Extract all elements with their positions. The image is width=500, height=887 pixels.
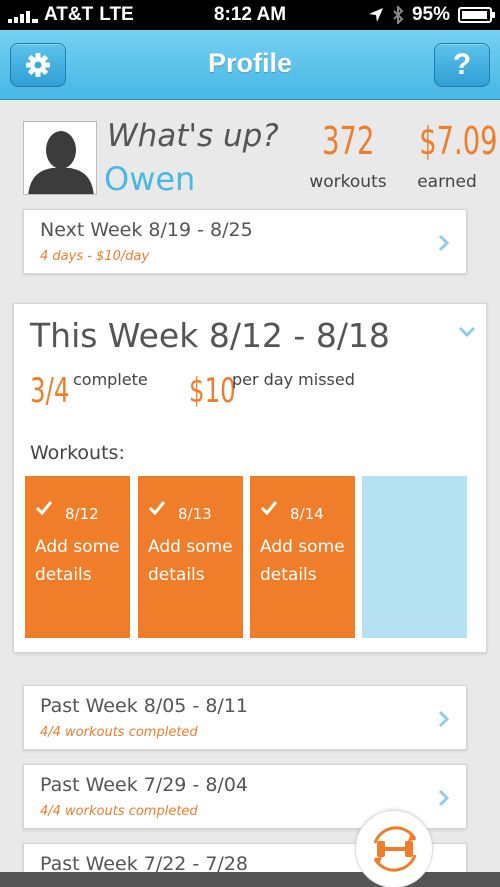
workout-date: 8/13 [178,505,212,523]
greeting-text: What's up? [107,118,279,154]
bluetooth-icon [393,6,404,24]
workout-tile-2[interactable]: 8/13 Add some details [138,476,243,638]
workouts-count: 372 [321,119,375,163]
help-button-label: ? [452,48,472,81]
battery-percent: 95% [411,4,450,25]
chevron-right-icon [438,710,450,728]
this-week-card: This Week 8/12 - 8/18 3/4 complete $10 p… [13,303,487,653]
status-right: 95% [368,4,495,26]
workouts-stat: 372 workouts [306,122,390,192]
penalty-value: $10 [189,371,236,411]
checkmark-icon [148,501,166,516]
chevron-right-icon [438,234,450,252]
next-week-title: Next Week 8/19 - 8/25 [40,219,253,241]
past-week-subtitle: 4/4 workouts completed [40,725,198,740]
earned-label: earned [417,172,477,192]
location-icon [368,8,383,22]
workout-tile-1[interactable]: 8/12 Add some details [25,476,130,638]
workout-date: 8/12 [65,505,99,523]
workout-details: Add some details [148,537,233,585]
log-workout-button[interactable] [355,810,433,887]
this-week-title: This Week 8/12 - 8/18 [30,316,390,355]
past-week-title: Past Week 7/29 - 8/04 [40,774,248,796]
earned-amount: $7.09 [419,119,498,163]
avatar-silhouette-icon [24,122,96,194]
workout-tile-empty[interactable] [362,476,467,638]
workout-details: Add some details [35,537,120,585]
help-button[interactable]: ? [434,43,490,87]
bottom-bar [0,872,500,887]
past-week-card-1[interactable]: Past Week 8/05 - 8/11 4/4 workouts compl… [23,685,467,750]
chevron-down-icon[interactable] [458,326,476,338]
next-week-subtitle: 4 days - $10/day [40,249,150,264]
progress-label: complete [73,370,148,389]
workout-details: Add some details [260,537,345,585]
battery-icon [458,7,495,23]
penalty-label: per day missed [232,370,355,389]
workouts-heading: Workouts: [30,442,125,464]
earned-stat: $7.09 earned [404,122,497,192]
avatar[interactable] [23,121,97,195]
dumbbell-refresh-icon [373,826,417,872]
checkmark-icon [35,501,53,516]
past-week-subtitle: 4/4 workouts completed [40,804,198,819]
workout-date: 8/14 [290,505,324,523]
workouts-label: workouts [309,172,387,192]
progress-value: 3/4 [30,371,70,411]
nav-bar: Profile ? [0,30,500,100]
page-title: Profile [207,48,293,78]
workout-tile-3[interactable]: 8/14 Add some details [250,476,355,638]
checkmark-icon [260,501,278,516]
status-bar: AT&T LTE 8:12 AM 95% [0,0,500,30]
chevron-right-icon [438,789,450,807]
user-name: Owen [104,160,196,198]
next-week-card[interactable]: Next Week 8/19 - 8/25 4 days - $10/day [23,209,467,274]
past-week-title: Past Week 8/05 - 8/11 [40,695,248,717]
